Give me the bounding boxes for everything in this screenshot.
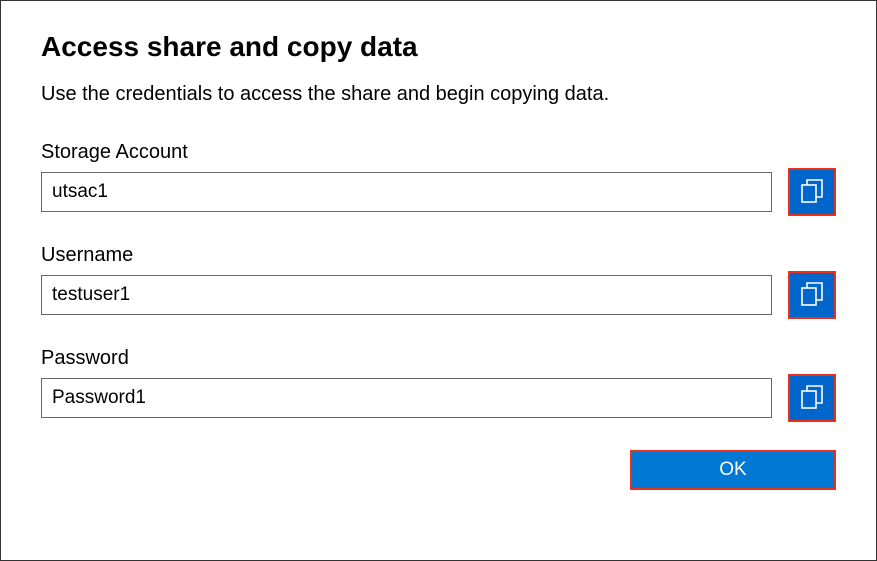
username-row — [41, 271, 836, 319]
copy-icon — [800, 178, 824, 207]
password-row — [41, 374, 836, 422]
password-input[interactable] — [41, 378, 772, 418]
copy-icon — [800, 384, 824, 413]
password-field-group: Password — [41, 347, 836, 422]
dialog-button-row: OK — [41, 450, 836, 490]
credentials-dialog: Access share and copy data Use the crede… — [0, 0, 877, 561]
storage-account-row — [41, 168, 836, 216]
ok-button[interactable]: OK — [630, 450, 836, 490]
username-label: Username — [41, 244, 836, 267]
password-label: Password — [41, 347, 836, 370]
copy-password-button[interactable] — [788, 374, 836, 422]
copy-icon — [800, 281, 824, 310]
username-field-group: Username — [41, 244, 836, 319]
copy-storage-account-button[interactable] — [788, 168, 836, 216]
storage-account-label: Storage Account — [41, 141, 836, 164]
dialog-description: Use the credentials to access the share … — [41, 83, 836, 106]
storage-account-field-group: Storage Account — [41, 141, 836, 216]
copy-username-button[interactable] — [788, 271, 836, 319]
storage-account-input[interactable] — [41, 172, 772, 212]
username-input[interactable] — [41, 275, 772, 315]
dialog-title: Access share and copy data — [41, 31, 836, 63]
